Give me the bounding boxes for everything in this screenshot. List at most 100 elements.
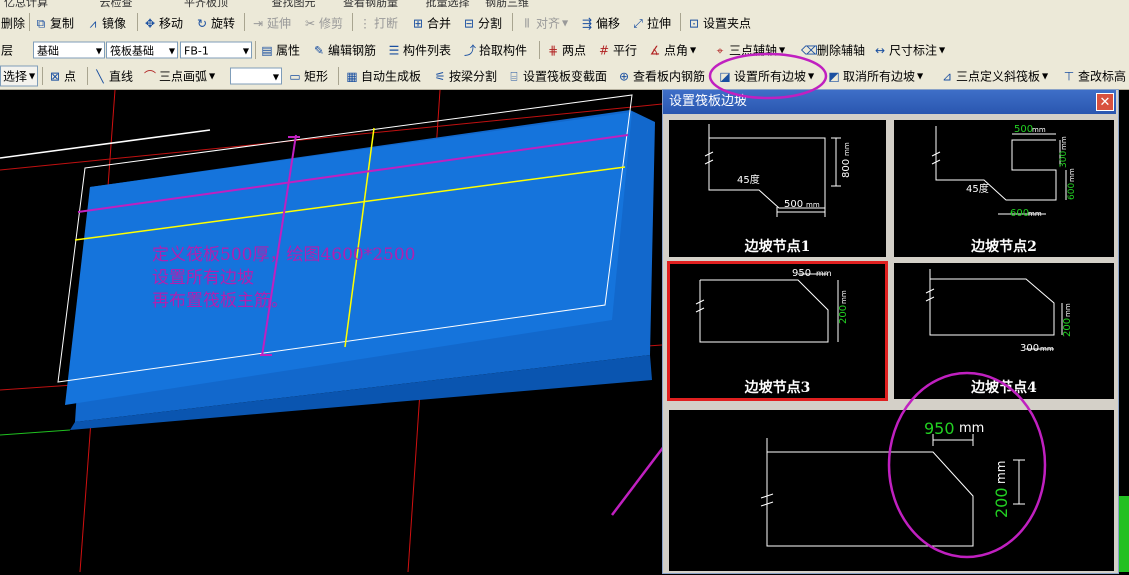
calc-all-button[interactable]: 亿总计算 bbox=[4, 0, 48, 9]
rect-label: 矩形 bbox=[304, 69, 329, 84]
dialog-title-bar[interactable]: 设置筏板边坡 bbox=[663, 90, 1116, 114]
rect-icon: ▭ bbox=[289, 69, 301, 83]
three-point-aux-button[interactable]: ⌖ 三点辅轴 ▼ bbox=[713, 42, 786, 59]
arc-mode-combo[interactable]: ▼ bbox=[230, 67, 282, 85]
line-icon: ╲ bbox=[96, 69, 104, 83]
node-3-side-value: 200 bbox=[838, 305, 849, 324]
stretch-button[interactable]: ⤢ 拉伸 bbox=[631, 15, 671, 32]
view-icon: ⊕ bbox=[618, 69, 630, 83]
three-point-slope-button[interactable]: ⊿ 三点定义斜筏板 ▼ bbox=[940, 68, 1048, 85]
modify-elevation-button[interactable]: ⊤ 查改标高 bbox=[1062, 68, 1126, 85]
name-combo-value: FB-1 bbox=[184, 44, 209, 58]
properties-icon: ▤ bbox=[261, 43, 273, 57]
align-label: 对齐 bbox=[536, 16, 561, 31]
node-3-side-unit: mm bbox=[840, 290, 848, 304]
three-point-arc-button[interactable]: ⌒ 三点画弧 ▼ bbox=[143, 68, 215, 85]
node-3-label: 边坡节点3 bbox=[744, 380, 811, 396]
slope-node-4[interactable]: 300 mm 200 mm 边坡节点4 bbox=[892, 261, 1116, 401]
set-section-change-button[interactable]: ⌸ 设置筏板变截面 bbox=[507, 68, 607, 85]
auto-generate-button[interactable]: ▦ 自动生成板 bbox=[345, 68, 421, 85]
view-rebar-button[interactable]: ⊕ 查看板内钢筋 bbox=[617, 68, 705, 85]
offset-button[interactable]: ⇶ 偏移 bbox=[580, 15, 620, 32]
rotate-button[interactable]: ↻ 旋转 bbox=[195, 15, 235, 32]
component-list-label: 构件列表 bbox=[403, 43, 452, 58]
floor-label: 层 bbox=[1, 42, 13, 59]
point-angle-button[interactable]: ∡ 点角 ▼ bbox=[648, 42, 697, 59]
trim-button[interactable]: ✂ 修剪 bbox=[303, 15, 343, 32]
select-button[interactable]: 选择 ▼ bbox=[0, 65, 39, 87]
cloud-check-button[interactable]: 云检查 bbox=[100, 0, 133, 9]
set-grip-button[interactable]: ⊡ 设置夹点 bbox=[687, 15, 751, 32]
slope-node-3[interactable]: 950 mm 200 mm 边坡节点3 bbox=[667, 261, 888, 401]
delete-button[interactable]: 删除 bbox=[1, 15, 25, 32]
close-button[interactable]: ✕ bbox=[1096, 93, 1114, 111]
type-combo[interactable]: 基础 ▼ bbox=[33, 41, 105, 59]
break-label: 打断 bbox=[374, 16, 399, 31]
line-label: 直线 bbox=[109, 69, 134, 84]
trim-icon: ✂ bbox=[304, 16, 316, 30]
pick-component-button[interactable]: ⤴ 拾取构件 bbox=[463, 42, 527, 59]
align-top-button[interactable]: 平齐板顶 bbox=[184, 0, 228, 9]
toolbar-divider bbox=[539, 41, 540, 59]
line-button[interactable]: ╲ 直线 bbox=[93, 68, 133, 85]
move-button[interactable]: ✥ 移动 bbox=[143, 15, 183, 32]
node-1-label: 边坡节点1 bbox=[744, 239, 811, 255]
view-rebar-qty-button[interactable]: 查看钢筋量 bbox=[343, 0, 398, 9]
slope-node-2[interactable]: 500 mm 45度 600 mm 300 mm 600 mm 边坡节点2 bbox=[892, 118, 1116, 259]
node-4-bottom-value: 300 bbox=[1020, 343, 1039, 354]
split-button[interactable]: ⊟ 分割 bbox=[462, 15, 502, 32]
node-1-width-unit: mm bbox=[806, 201, 820, 209]
boundary-line bbox=[0, 129, 211, 159]
name-combo[interactable]: FB-1 ▼ bbox=[180, 41, 252, 59]
mirror-icon: ⩘ bbox=[89, 16, 97, 30]
two-points-button[interactable]: ⋕ 两点 bbox=[546, 42, 586, 59]
break-button[interactable]: ⋮ 打断 bbox=[358, 15, 398, 32]
dimension-label: 尺寸标注 bbox=[889, 43, 938, 58]
merge-icon: ⊞ bbox=[412, 16, 424, 30]
parallel-button[interactable]: # 平行 bbox=[597, 42, 637, 59]
dimension-button[interactable]: ↔ 尺寸标注 ▼ bbox=[873, 42, 945, 59]
point-button[interactable]: ⊠ 点 bbox=[48, 68, 76, 85]
slope-dialog: 设置筏板边坡 ✕ 45度 500 mm 800 mm 边坡节点1 500 mm … bbox=[662, 89, 1119, 574]
component-list-button[interactable]: ☰ 构件列表 bbox=[387, 42, 451, 59]
edit-rebar-label: 编辑钢筋 bbox=[328, 43, 377, 58]
chevron-down-icon: ▼ bbox=[272, 72, 279, 82]
node-2-angle: 45度 bbox=[966, 182, 989, 195]
incline-icon: ⊿ bbox=[941, 69, 953, 83]
mirror-button[interactable]: ⩘ 镜像 bbox=[86, 15, 126, 32]
node-1-width-value: 500 bbox=[784, 199, 803, 210]
merge-button[interactable]: ⊞ 合并 bbox=[411, 15, 451, 32]
pick-icon: ⤴ bbox=[463, 43, 476, 57]
properties-button[interactable]: ▤ 属性 bbox=[260, 42, 300, 59]
edit-rebar-icon: ✎ bbox=[313, 43, 325, 57]
preview-side-unit: mm bbox=[994, 461, 1008, 484]
aux-axis-icon: ⌖ bbox=[716, 43, 724, 57]
arc-icon: ⌒ bbox=[143, 69, 156, 83]
copy-label: 复制 bbox=[50, 16, 75, 31]
find-element-button[interactable]: 查找图元 bbox=[272, 0, 316, 9]
slope-preview-panel[interactable]: 950 mm 200 mm bbox=[667, 408, 1116, 573]
split-by-beam-button[interactable]: ⚟ 按梁分割 bbox=[433, 68, 497, 85]
chevron-down-icon: ▼ bbox=[168, 46, 175, 56]
align-button[interactable]: ⫴ 对齐 ▼ bbox=[520, 15, 568, 32]
cancel-all-slopes-button[interactable]: ◩ 取消所有边坡 ▼ bbox=[827, 68, 923, 85]
rebar-3d-button[interactable]: 钢筋三维 bbox=[485, 0, 529, 9]
point-label: 点 bbox=[64, 69, 77, 84]
preview-top-value: 950 bbox=[924, 419, 955, 438]
copy-button[interactable]: ⧉ 复制 bbox=[34, 15, 74, 32]
edit-rebar-button[interactable]: ✎ 编辑钢筋 bbox=[312, 42, 376, 59]
category-combo[interactable]: 筏板基础 ▼ bbox=[106, 41, 178, 59]
trim-label: 修剪 bbox=[319, 16, 344, 31]
set-all-slopes-button[interactable]: ◪ 设置所有边坡 ▼ bbox=[718, 68, 814, 85]
toolbar-divider bbox=[352, 13, 353, 31]
rect-button[interactable]: ▭ 矩形 bbox=[288, 68, 328, 85]
batch-select-button[interactable]: 批量选择 bbox=[426, 0, 470, 9]
delete-aux-button[interactable]: ⌫ 删除辅轴 bbox=[801, 42, 865, 59]
cancel-all-slopes-label: 取消所有边坡 bbox=[843, 69, 916, 84]
extend-button[interactable]: ⇥ 延伸 bbox=[251, 15, 291, 32]
slope-node-1[interactable]: 45度 500 mm 800 mm 边坡节点1 bbox=[667, 118, 888, 259]
copy-icon: ⧉ bbox=[36, 16, 46, 30]
split-beam-icon: ⚟ bbox=[434, 69, 446, 83]
toolbar-divider bbox=[512, 13, 513, 31]
scroll-indicator[interactable] bbox=[1119, 496, 1129, 572]
